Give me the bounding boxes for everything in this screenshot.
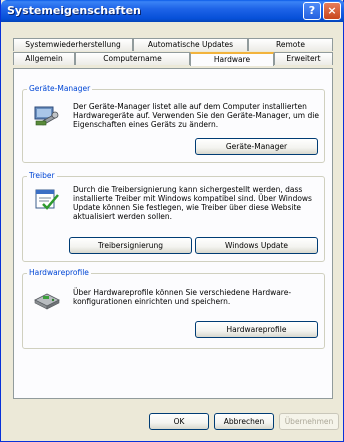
group-title-drivers: Treiber (27, 171, 57, 180)
title-bar[interactable]: Systemeigenschaften ? × (1, 0, 344, 22)
tab-allgemein[interactable]: Allgemein (13, 52, 75, 65)
device-manager-button-label: Geräte-Manager (225, 142, 288, 151)
tab-panel-hardware: Geräte-Manager Der Geräte-Manager listet… (13, 68, 333, 399)
ok-button-label: OK (173, 417, 185, 426)
window-title: Systemeigenschaften (7, 4, 141, 17)
device-manager-description: Der Geräte-Manager listet alle auf dem C… (73, 102, 319, 129)
tab-remote[interactable]: Remote (248, 38, 333, 51)
ok-button[interactable]: OK (149, 413, 209, 430)
windows-update-button[interactable]: Windows Update (195, 237, 318, 254)
apply-button[interactable]: Übernehmen (279, 413, 339, 430)
group-title-hardware-profiles: Hardwareprofile (27, 268, 91, 277)
driver-signing-button-label: Treibersignierung (97, 241, 164, 250)
hardware-profiles-button[interactable]: Hardwareprofile (195, 321, 318, 338)
hardware-profiles-icon (34, 293, 60, 310)
tab-erweitert[interactable]: Erweitert (274, 52, 333, 65)
hardware-profiles-description: Über Hardwareprofile können Sie verschie… (73, 288, 292, 306)
tab-computername[interactable]: Computername (75, 52, 190, 65)
apply-button-label: Übernehmen (284, 417, 334, 426)
drivers-description: Durch die Treibersignierung kann sicherg… (73, 185, 312, 221)
driver-signing-button[interactable]: Treibersignierung (69, 237, 192, 254)
group-device-manager: Geräte-Manager Der Geräte-Manager listet… (22, 84, 325, 163)
cancel-button[interactable]: Abbrechen (214, 413, 274, 430)
tab-hardware[interactable]: Hardware (190, 52, 274, 66)
system-properties-window: Systemeigenschaften ? × Systemwiederhers… (0, 0, 344, 442)
hardware-profiles-button-label: Hardwareprofile (226, 325, 287, 334)
driver-signing-icon (35, 189, 59, 210)
help-button[interactable]: ? (303, 2, 321, 20)
group-drivers: Treiber Durch die Treibersignierung kann… (22, 171, 325, 262)
windows-update-button-label: Windows Update (224, 241, 289, 250)
group-title-device-manager: Geräte-Manager (27, 84, 93, 93)
device-manager-icon (34, 106, 59, 126)
group-hardware-profiles: Hardwareprofile Über Hardwareprofile kön… (22, 268, 325, 349)
tab-systemwiederherstellung[interactable]: Systemwiederherstellung (13, 38, 133, 51)
cancel-button-label: Abbrechen (223, 417, 265, 426)
device-manager-button[interactable]: Geräte-Manager (195, 138, 318, 155)
close-button[interactable]: × (323, 2, 341, 20)
tab-automatische-updates[interactable]: Automatische Updates (133, 38, 248, 51)
